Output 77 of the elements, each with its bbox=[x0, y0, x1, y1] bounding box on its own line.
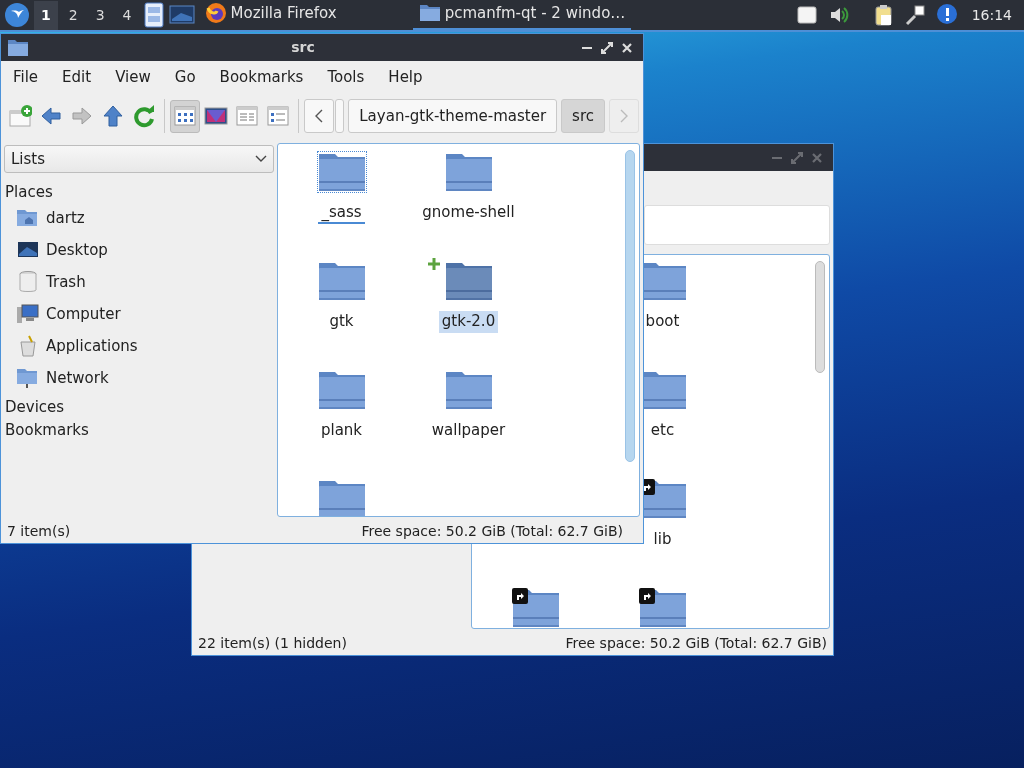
scrollbar-thumb[interactable] bbox=[625, 150, 635, 462]
menu-item[interactable]: Tools bbox=[315, 65, 377, 89]
menu-item[interactable]: Bookmarks bbox=[207, 65, 316, 89]
menu-item[interactable]: Edit bbox=[50, 65, 104, 89]
folder-icon bbox=[444, 152, 493, 192]
folder-icon bbox=[418, 4, 441, 22]
folder-icon bbox=[7, 38, 29, 57]
path-segment-button[interactable]: src bbox=[561, 99, 605, 133]
clock: 16:14 bbox=[970, 5, 1013, 25]
new-tab-icon bbox=[8, 104, 32, 128]
file-name[interactable]: gtk bbox=[326, 311, 357, 333]
workspace-button[interactable]: 1 bbox=[34, 0, 58, 30]
file-name[interactable]: gtk-2.0 bbox=[438, 311, 499, 333]
file-name[interactable]: _sass bbox=[318, 202, 365, 224]
taskbar-button[interactable]: pcmanfm-qt - 2 windo… bbox=[412, 0, 632, 31]
free-space-text: Free space: 50.2 GiB (Total: 62.7 GiB) bbox=[565, 633, 827, 653]
computer-icon bbox=[16, 302, 40, 326]
up-arrow-icon bbox=[101, 104, 125, 128]
info-icon[interactable] bbox=[935, 3, 958, 27]
thumbnail-view-icon bbox=[204, 104, 229, 128]
path-segment-button[interactable]: Layan-gtk-theme-master bbox=[348, 99, 558, 133]
folder-icon bbox=[444, 261, 493, 301]
file-name[interactable]: etc bbox=[647, 420, 678, 442]
network-plug-icon[interactable] bbox=[903, 3, 926, 27]
place-item[interactable]: Computer bbox=[46, 302, 121, 326]
file-name[interactable]: plank bbox=[317, 420, 366, 442]
file-name[interactable]: gnome-shell bbox=[419, 202, 518, 224]
file-name[interactable]: lib bbox=[650, 529, 675, 551]
place-item[interactable]: Network bbox=[46, 366, 109, 390]
status-text: 7 item(s) bbox=[7, 521, 71, 541]
network-folder-icon bbox=[16, 366, 40, 390]
folder-icon bbox=[317, 370, 366, 410]
place-item[interactable]: dartz bbox=[46, 206, 85, 230]
browser-icon bbox=[204, 2, 227, 24]
app-menu-icon[interactable] bbox=[4, 2, 30, 28]
workspace-button[interactable]: 3 bbox=[88, 0, 112, 30]
reload-icon bbox=[132, 104, 156, 128]
taskbar-button[interactable]: Mozilla Firefox bbox=[198, 0, 343, 31]
maximize-icon bbox=[789, 149, 805, 166]
section-header[interactable]: Bookmarks bbox=[4, 417, 274, 440]
section-header[interactable]: Devices bbox=[4, 394, 274, 417]
window-title: src bbox=[290, 38, 316, 57]
path-field[interactable] bbox=[644, 205, 830, 245]
icon-view-icon bbox=[173, 104, 197, 128]
trash-icon bbox=[16, 270, 40, 294]
menu-item[interactable]: Go bbox=[162, 65, 208, 89]
icon-view-button[interactable] bbox=[169, 99, 201, 133]
menu-item[interactable]: View bbox=[103, 65, 163, 89]
section-header[interactable]: Places bbox=[4, 179, 274, 202]
status-text: 22 item(s) (1 hidden) bbox=[198, 633, 347, 653]
place-item[interactable]: Trash bbox=[46, 270, 86, 294]
file-name[interactable]: boot bbox=[642, 311, 683, 333]
folder-icon bbox=[444, 370, 493, 410]
free-space-text: Free space: 50.2 GiB (Total: 62.7 GiB) bbox=[361, 521, 623, 541]
file-cabinet-icon[interactable] bbox=[142, 2, 165, 28]
place-item[interactable]: Applications bbox=[46, 334, 138, 358]
chevron-right-icon bbox=[619, 109, 629, 123]
detailed-view-icon bbox=[266, 104, 291, 128]
chevron-left-icon bbox=[314, 109, 324, 123]
side-panel-dropdown[interactable]: Lists bbox=[4, 145, 274, 173]
folder-icon bbox=[317, 479, 366, 516]
folder-icon bbox=[317, 152, 366, 192]
drive-icon[interactable] bbox=[795, 3, 818, 27]
menu-item[interactable]: Help bbox=[376, 65, 435, 89]
scrollbar-thumb[interactable] bbox=[815, 261, 825, 373]
file-name[interactable]: wallpaper bbox=[428, 420, 509, 442]
back-arrow-icon bbox=[39, 104, 63, 128]
place-item[interactable]: Desktop bbox=[46, 238, 108, 262]
workspace-button[interactable]: 4 bbox=[115, 0, 139, 30]
maximize-icon bbox=[599, 39, 615, 56]
compact-view-icon bbox=[235, 104, 260, 128]
plus-icon[interactable] bbox=[427, 257, 441, 271]
chevron-down-icon bbox=[255, 155, 267, 163]
workspace-button[interactable]: 2 bbox=[61, 0, 85, 30]
scroll-left-button[interactable] bbox=[304, 99, 334, 133]
folder-icon bbox=[317, 261, 366, 301]
menu-item[interactable]: File bbox=[1, 65, 51, 89]
